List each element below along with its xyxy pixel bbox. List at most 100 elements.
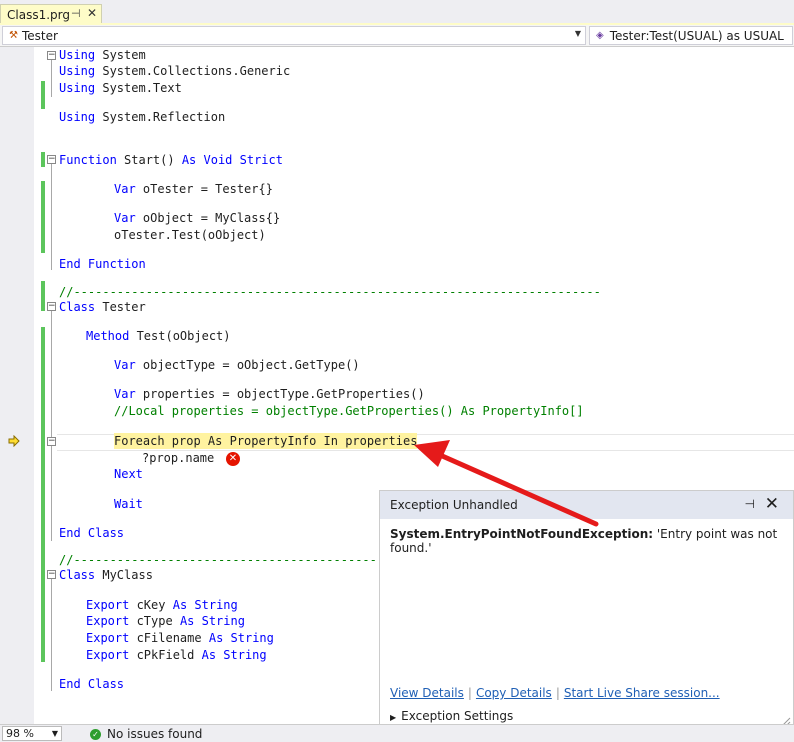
code-text: oObject = MyClass{}	[135, 211, 281, 225]
view-details-link[interactable]: View Details	[390, 686, 464, 700]
chevron-down-icon[interactable]: ▼	[575, 29, 581, 38]
close-icon[interactable]: ✕	[87, 6, 97, 20]
code-text: cFilename	[129, 631, 209, 645]
code-text: oTester = Tester{}	[135, 182, 273, 196]
document-tab-bar: Class1.prg ⊣ ✕	[0, 0, 794, 25]
type-combo[interactable]: ⚒ Tester ▼	[2, 26, 586, 45]
keyword: Using	[59, 64, 96, 78]
fold-toggle[interactable]: −	[47, 155, 56, 164]
live-share-link[interactable]: Start Live Share session...	[564, 686, 720, 700]
code-line: Wait	[114, 497, 143, 511]
change-bar	[41, 152, 45, 167]
code-text: Start()	[116, 153, 182, 167]
exception-type: System.EntryPointNotFoundException:	[390, 527, 654, 541]
code-line: Export cKey As String	[86, 597, 238, 613]
code-line: Function Start() As Void Strict	[59, 152, 283, 168]
chevron-down-icon[interactable]: ▼	[52, 727, 58, 740]
code-line: End Class	[59, 677, 125, 691]
execution-pointer-icon	[8, 435, 20, 447]
code-text: cPkField	[129, 648, 202, 662]
code-text: cKey	[129, 598, 173, 612]
comment-line: //--------------------------------------…	[59, 553, 377, 567]
keyword: Var	[114, 387, 136, 401]
error-icon[interactable]: ✕	[226, 452, 240, 466]
fold-toggle[interactable]: −	[47, 437, 56, 446]
check-icon: ✓	[90, 728, 101, 740]
code-line: End Function	[59, 257, 146, 271]
fold-line	[51, 579, 52, 691]
fold-line	[51, 164, 52, 270]
code-line: Class Tester	[59, 299, 146, 315]
fold-line	[51, 60, 52, 97]
keyword: Method	[86, 329, 130, 343]
member-combo[interactable]: ◈ Tester:Test(USUAL) as USUAL	[589, 26, 793, 45]
code-line: Using System.Text	[59, 80, 182, 96]
status-bar: 98 % ▼ ✓ No issues found	[0, 724, 794, 742]
code-text: MyClass	[95, 568, 153, 582]
code-line: Var oTester = Tester{}	[114, 181, 273, 197]
keyword: Class	[59, 568, 96, 582]
code-text: Test(oObject)	[129, 329, 231, 343]
code-text: cType	[129, 614, 180, 628]
issues-indicator[interactable]: ✓ No issues found	[90, 727, 202, 741]
code-line: Var objectType = oObject.GetType()	[114, 357, 360, 373]
change-bar	[41, 542, 45, 662]
code-line: Using System	[59, 47, 146, 63]
issues-text: No issues found	[107, 727, 203, 741]
close-icon[interactable]: ✕	[765, 494, 779, 514]
zoom-level: 98 %	[6, 727, 34, 740]
code-line: Export cPkField As String	[86, 647, 267, 663]
keyword: Var	[114, 358, 136, 372]
zoom-combo[interactable]: 98 % ▼	[2, 726, 62, 741]
keyword: Function	[59, 153, 117, 167]
keyword: Using	[59, 110, 96, 124]
code-text: properties = objectType.GetProperties()	[135, 387, 425, 401]
method-icon: ◈	[596, 30, 604, 41]
copy-details-link[interactable]: Copy Details	[476, 686, 552, 700]
comment-line: //Local properties = objectType.GetPrope…	[114, 404, 584, 418]
chevron-right-icon: ▶	[390, 713, 397, 722]
tab-class1-prg[interactable]: Class1.prg ⊣ ✕	[0, 4, 102, 24]
fold-toggle[interactable]: −	[47, 51, 56, 60]
pin-icon[interactable]: ⊣	[745, 497, 755, 511]
exception-links: View Details | Copy Details | Start Live…	[390, 686, 720, 700]
keyword: As String	[201, 648, 267, 662]
exception-title: Exception Unhandled	[390, 498, 518, 512]
change-bar	[41, 281, 45, 311]
change-bar	[41, 81, 45, 109]
exception-header: Exception Unhandled ⊣ ✕	[380, 491, 793, 519]
keyword: As Void Strict	[181, 153, 283, 167]
type-combo-label: Tester	[21, 28, 58, 43]
keyword: As String	[172, 598, 238, 612]
code-line: End Class	[59, 526, 125, 540]
link-separator: |	[467, 686, 472, 700]
code-text: objectType = oObject.GetType()	[135, 358, 360, 372]
exception-settings-expander[interactable]: ▶ Exception Settings	[390, 709, 513, 723]
exception-popup: Exception Unhandled ⊣ ✕ System.EntryPoin…	[379, 490, 794, 730]
keyword: Class	[59, 300, 96, 314]
pin-icon[interactable]: ⊣	[71, 7, 81, 20]
member-combo-label: Tester:Test(USUAL) as USUAL	[609, 28, 784, 43]
keyword: Using	[59, 81, 96, 95]
fold-toggle[interactable]: −	[47, 570, 56, 579]
code-line: ?prop.name	[142, 451, 215, 465]
code-text: Tester	[95, 300, 146, 314]
code-line: Var oObject = MyClass{}	[114, 210, 280, 226]
code-line: Using System.Collections.Generic	[59, 63, 290, 79]
code-line: oTester.Test(oObject)	[114, 228, 266, 242]
comment-line: //--------------------------------------…	[59, 285, 601, 299]
keyword: Var	[114, 211, 136, 225]
keyword: Using	[59, 48, 96, 62]
exception-message: System.EntryPointNotFoundException: 'Ent…	[390, 527, 793, 555]
code-text: System.Reflection	[95, 110, 226, 124]
change-bar	[41, 327, 45, 542]
exception-settings-label: Exception Settings	[401, 709, 514, 723]
tab-title: Class1.prg	[7, 7, 70, 22]
keyword: Export	[86, 598, 130, 612]
fold-line	[51, 311, 52, 541]
indicator-margin[interactable]	[0, 47, 34, 724]
fold-toggle[interactable]: −	[47, 302, 56, 311]
class-icon: ⚒	[9, 30, 18, 41]
keyword: Export	[86, 631, 130, 645]
keyword: As String	[179, 614, 245, 628]
